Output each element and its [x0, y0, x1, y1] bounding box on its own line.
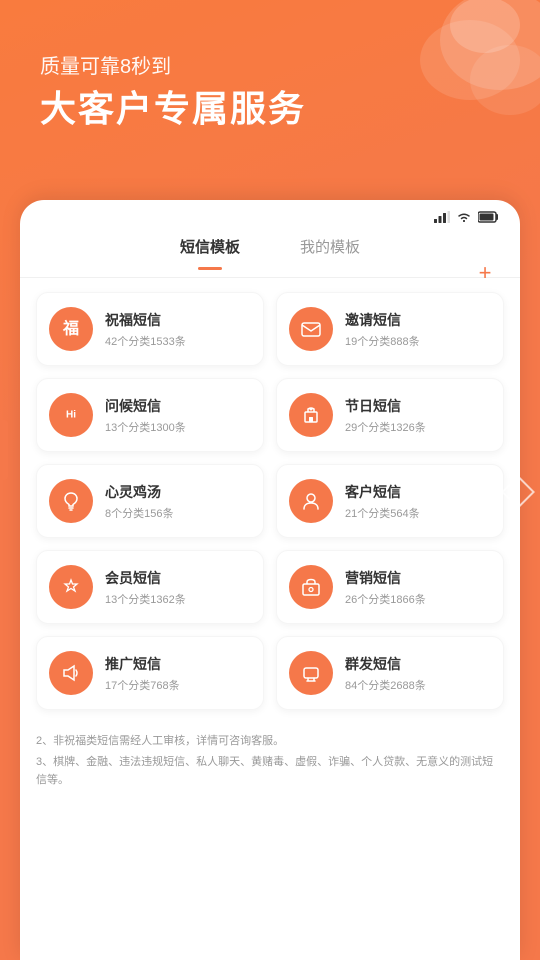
greeting-icon: Hi [49, 393, 93, 437]
tab-my-template[interactable]: 我的模板 [300, 236, 360, 263]
tab-bar: 短信模板 我的模板 [20, 226, 520, 278]
grid-item-inspiration[interactable]: 心灵鸡汤 8个分类156条 [36, 464, 264, 538]
broadcast-icon [289, 651, 333, 695]
broadcast-desc: 84个分类2688条 [345, 677, 426, 693]
holiday-text: 节日短信 29个分类1326条 [345, 396, 426, 435]
left-accent-decoration [0, 420, 8, 480]
battery-icon [478, 210, 500, 226]
grid-item-promote[interactable]: 推广短信 17个分类768条 [36, 636, 264, 710]
member-desc: 13个分类1362条 [105, 591, 186, 607]
invite-icon [289, 307, 333, 351]
invite-desc: 19个分类888条 [345, 333, 420, 349]
member-text: 会员短信 13个分类1362条 [105, 568, 186, 607]
promote-desc: 17个分类768条 [105, 677, 180, 693]
member-title: 会员短信 [105, 568, 186, 588]
grid-item-customer[interactable]: 客户短信 21个分类564条 [276, 464, 504, 538]
notice-line1: 2、非祝福类短信需经人工审核，详情可咨询客服。 [36, 732, 504, 751]
cloud-decoration [340, 0, 540, 160]
greeting-desc: 13个分类1300条 [105, 419, 186, 435]
invite-text: 邀请短信 19个分类888条 [345, 310, 420, 349]
grid-item-invite[interactable]: 邀请短信 19个分类888条 [276, 292, 504, 366]
tab-sms-template[interactable]: 短信模板 [180, 236, 240, 263]
add-template-button[interactable]: + [470, 258, 500, 288]
broadcast-title: 群发短信 [345, 654, 426, 674]
main-card: 短信模板 我的模板 福 祝福短信 42个分类1533条 邀请短信 19个分类88… [20, 200, 520, 960]
wifi-icon [456, 210, 472, 226]
inspiration-desc: 8个分类156条 [105, 505, 173, 521]
greeting-text: 问候短信 13个分类1300条 [105, 396, 186, 435]
notice-section: 2、非祝福类短信需经人工审核，详情可咨询客服。 3、棋牌、金融、违法违规短信、私… [20, 724, 520, 790]
broadcast-text: 群发短信 84个分类2688条 [345, 654, 426, 693]
marketing-title: 营销短信 [345, 568, 426, 588]
promote-title: 推广短信 [105, 654, 180, 674]
marketing-icon [289, 565, 333, 609]
grid-item-broadcast[interactable]: 群发短信 84个分类2688条 [276, 636, 504, 710]
customer-text: 客户短信 21个分类564条 [345, 482, 420, 521]
status-bar [20, 200, 520, 226]
customer-title: 客户短信 [345, 482, 420, 502]
holiday-desc: 29个分类1326条 [345, 419, 426, 435]
inspiration-icon [49, 479, 93, 523]
promote-text: 推广短信 17个分类768条 [105, 654, 180, 693]
grid-item-member[interactable]: 会员短信 13个分类1362条 [36, 550, 264, 624]
promote-icon [49, 651, 93, 695]
invite-title: 邀请短信 [345, 310, 420, 330]
blessing-desc: 42个分类1533条 [105, 333, 186, 349]
hero-section: 质量可靠8秒到 大客户专属服务 [40, 50, 306, 130]
category-grid: 福 祝福短信 42个分类1533条 邀请短信 19个分类888条 Hi 问候短信… [20, 278, 520, 724]
grid-item-greeting[interactable]: Hi 问候短信 13个分类1300条 [36, 378, 264, 452]
marketing-text: 营销短信 26个分类1866条 [345, 568, 426, 607]
blessing-title: 祝福短信 [105, 310, 186, 330]
inspiration-title: 心灵鸡汤 [105, 482, 173, 502]
svg-text:福: 福 [62, 319, 79, 338]
member-icon [49, 565, 93, 609]
notice-line2: 3、棋牌、金融、违法违规短信、私人聊天、黄赌毒、虚假、诈骗、个人贷款、无意义的测… [36, 753, 504, 790]
svg-text:Hi: Hi [66, 410, 76, 421]
marketing-desc: 26个分类1866条 [345, 591, 426, 607]
signal-icon [434, 210, 450, 226]
greeting-title: 问候短信 [105, 396, 186, 416]
customer-icon [289, 479, 333, 523]
holiday-title: 节日短信 [345, 396, 426, 416]
hero-title: 大客户专属服务 [40, 87, 306, 130]
grid-item-holiday[interactable]: 节日短信 29个分类1326条 [276, 378, 504, 452]
holiday-icon [289, 393, 333, 437]
blessing-text: 祝福短信 42个分类1533条 [105, 310, 186, 349]
inspiration-text: 心灵鸡汤 8个分类156条 [105, 482, 173, 521]
customer-desc: 21个分类564条 [345, 505, 420, 521]
hero-subtitle: 质量可靠8秒到 [40, 50, 306, 79]
grid-item-blessing[interactable]: 福 祝福短信 42个分类1533条 [36, 292, 264, 366]
grid-item-marketing[interactable]: 营销短信 26个分类1866条 [276, 550, 504, 624]
blessing-icon: 福 [49, 307, 93, 351]
